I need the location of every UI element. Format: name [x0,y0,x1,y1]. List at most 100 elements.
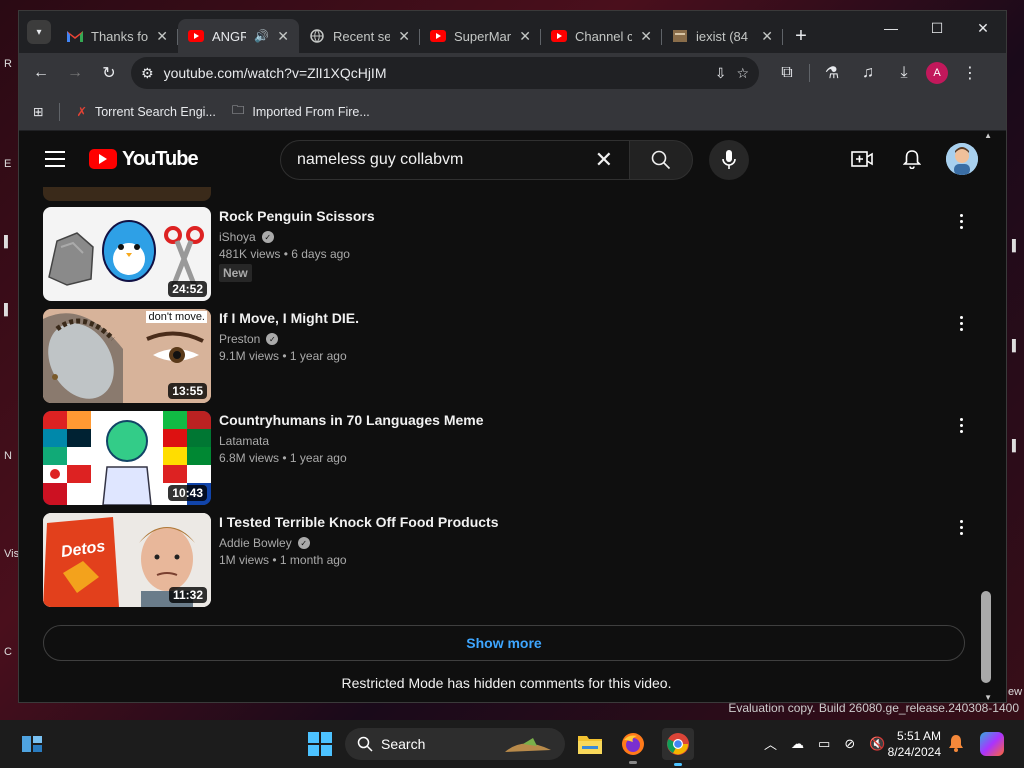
maximize-button[interactable]: ☐ [914,11,960,45]
upload-age: 1 month ago [279,553,347,567]
tab-iexist[interactable]: iexist (84 ✕ [662,19,783,53]
page-icon [672,28,688,44]
close-icon[interactable]: ✕ [156,28,168,45]
search-input[interactable]: nameless guy collabvm ✕ [280,140,630,180]
bookmark-torrent[interactable]: ✗ Torrent Search Engi... [76,104,216,120]
volume-icon[interactable]: 🔇 [869,736,885,752]
channel-name[interactable]: iShoya [219,230,256,244]
search-query: nameless guy collabvm [297,151,464,168]
video-item[interactable]: Detos 11:32 I Tested Terrible Knock Off … [43,513,973,607]
youtube-logo[interactable]: YouTube [89,148,199,171]
video-title[interactable]: Countryhumans in 70 Languages Meme [219,411,973,429]
video-item[interactable]: 10:43 Countryhumans in 70 Languages Meme… [43,411,973,505]
close-window-button[interactable]: ✕ [960,11,1006,45]
new-tab-button[interactable]: + [787,22,815,50]
bookmark-folder-imported[interactable]: 🗀 Imported From Fire... [232,101,370,122]
bookmark-label: Torrent Search Engi... [94,104,216,119]
install-app-icon[interactable]: ⇩ [715,65,727,82]
tab-channel[interactable]: Channel c ✕ [541,19,662,53]
menu-icon[interactable]: ⋮ [956,59,984,87]
labs-icon[interactable]: ⚗ [818,59,846,87]
video-thumbnail[interactable]: 10:43 [43,411,211,505]
extensions-icon[interactable]: ⧉ [773,59,801,87]
clock-time: 5:51 AM [896,729,941,743]
user-avatar[interactable] [946,143,978,175]
minimize-button[interactable]: — [868,11,914,45]
view-count: 6.8M views [219,451,280,465]
scrollbar-thumb[interactable] [981,591,991,683]
notifications-button[interactable] [896,143,928,175]
firefox-icon[interactable] [619,730,647,764]
close-icon[interactable]: ✕ [640,28,652,45]
onedrive-icon[interactable]: ☁ [791,736,804,752]
search-icon [651,150,671,170]
address-bar[interactable]: ⚙ youtube.com/watch?v=ZlI1XQcHjIM ⇩ ☆ [131,57,759,89]
tab-search-button[interactable]: ▾ [27,20,51,44]
video-item[interactable]: don't move. 13:55 If I Move, I Might DIE… [43,309,973,403]
tab-strip: ▾ Thanks fo ✕ ANGR 🔊 ✕ Recent se ✕ Super… [19,11,1006,53]
channel-name[interactable]: Latamata [219,434,269,448]
taskbar-search[interactable]: Search [345,728,565,760]
more-options-icon[interactable] [949,209,973,233]
media-control-icon[interactable]: ♫ [854,59,882,87]
bookmark-star-icon[interactable]: ☆ [736,65,749,82]
search-button[interactable] [629,140,693,180]
video-thumbnail[interactable]: Detos 11:32 [43,513,211,607]
profile-avatar[interactable]: A [926,62,948,84]
widgets-icon[interactable] [20,732,44,756]
video-thumbnail[interactable]: don't move. 13:55 [43,309,211,403]
chrome-icon[interactable] [662,728,694,766]
video-title[interactable]: Rock Penguin Scissors [219,207,973,225]
clock-date: 8/24/2024 [887,745,941,759]
close-icon[interactable]: ✕ [761,28,773,45]
site-info-icon[interactable]: ⚙ [141,65,154,82]
video-duration: 13:55 [168,383,207,399]
show-more-button[interactable]: Show more [43,625,965,661]
reload-icon[interactable]: ↻ [95,59,123,87]
close-icon[interactable]: ✕ [277,28,289,45]
scroll-up-arrow[interactable]: ▲ [984,131,992,140]
copilot-icon[interactable] [980,732,1004,756]
tab-youtube-active[interactable]: ANGR 🔊 ✕ [178,19,299,53]
show-hidden-icons-icon[interactable]: ︿ [764,734,777,753]
more-options-icon[interactable] [949,413,973,437]
hamburger-menu-icon[interactable] [35,139,75,179]
video-title[interactable]: If I Move, I Might DIE. [219,309,973,327]
youtube-icon [430,28,446,44]
upload-age: 1 year ago [289,349,347,363]
video-title[interactable]: I Tested Terrible Knock Off Food Product… [219,513,973,531]
tab-title: ANGR [212,28,247,44]
downloads-icon[interactable]: ⤓ [890,59,918,87]
display-icon[interactable]: ▭ [818,736,830,752]
video-thumbnail[interactable]: 24:52 [43,207,211,301]
speaker-icon[interactable]: 🔊 [254,29,269,43]
more-options-icon[interactable] [949,311,973,335]
video-item[interactable]: 24:52 Rock Penguin Scissors iShoya ✓ 481… [43,207,973,301]
voice-search-button[interactable] [709,140,749,180]
channel-name-row: Latamata [219,434,973,448]
tab-recent[interactable]: Recent se ✕ [299,19,420,53]
close-icon[interactable]: ✕ [519,28,531,45]
previous-video-thumbnail[interactable] [43,187,211,201]
tab-gmail[interactable]: Thanks fo ✕ [57,19,178,53]
back-icon[interactable]: ← [27,59,55,87]
tab-title: Thanks fo [91,28,149,44]
more-options-icon[interactable] [949,515,973,539]
file-explorer-icon[interactable] [576,730,604,758]
create-video-button[interactable] [846,143,878,175]
forward-icon[interactable]: → [61,59,89,87]
channel-name[interactable]: Preston [219,332,260,346]
upload-age: 1 year ago [289,451,347,465]
tab-supermario[interactable]: SuperMar ✕ [420,19,541,53]
youtube-header: YouTube nameless guy collabvm ✕ [19,131,994,187]
channel-name[interactable]: Addie Bowley [219,536,292,550]
notification-bell-icon[interactable] [948,734,964,757]
apps-grid-icon[interactable]: ⊞ [33,104,43,119]
taskbar-search-label: Search [381,736,426,752]
video-meta: If I Move, I Might DIE. Preston ✓ 9.1M v… [219,309,973,403]
clock[interactable]: 5:51 AM 8/24/2024 [885,728,941,760]
start-button[interactable] [308,732,332,756]
close-icon[interactable]: ✕ [398,28,410,45]
clear-search-icon[interactable]: ✕ [595,147,613,173]
network-icon[interactable]: ⊘ [844,736,855,752]
